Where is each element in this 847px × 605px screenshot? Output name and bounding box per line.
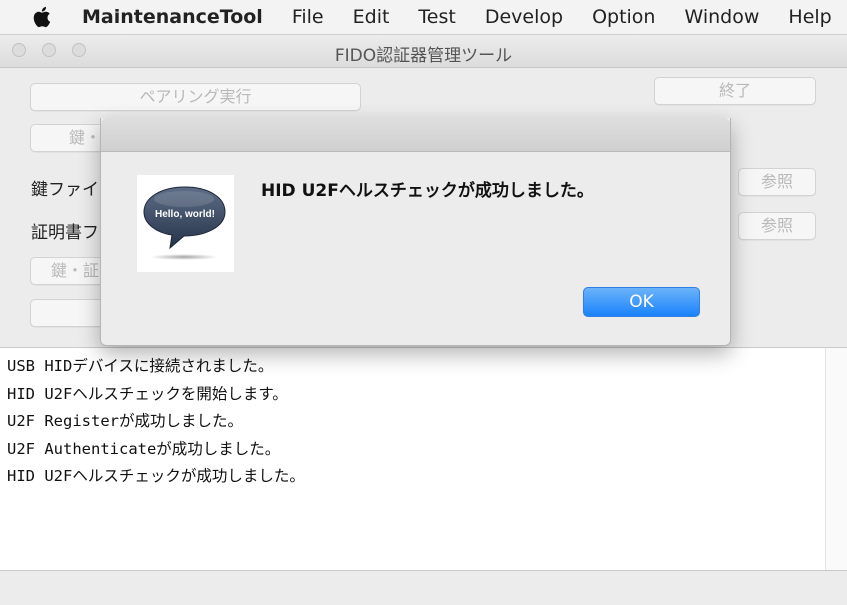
- title-bar: FIDO認証器管理ツール: [0, 35, 847, 68]
- log-line: U2F Authenticateが成功しました。: [7, 439, 281, 458]
- menu-develop[interactable]: Develop: [485, 6, 563, 28]
- browse-cert-button[interactable]: 参照: [738, 212, 816, 240]
- menu-edit[interactable]: Edit: [353, 6, 390, 28]
- sheet-header: [101, 118, 730, 152]
- icon-text: Hello, world!: [155, 209, 215, 220]
- menu-help[interactable]: Help: [788, 6, 831, 28]
- menu-app-name[interactable]: MaintenanceTool: [82, 6, 263, 28]
- menu-bar: MaintenanceTool File Edit Test Develop O…: [0, 0, 847, 35]
- ok-button[interactable]: OK: [583, 287, 700, 317]
- menu-file[interactable]: File: [292, 6, 324, 28]
- pairing-button[interactable]: ペアリング実行: [30, 83, 361, 111]
- alert-sheet: Hello, world! HID U2Fヘルスチェックが成功しました。 OK: [100, 118, 731, 346]
- quit-button[interactable]: 終了: [654, 77, 816, 105]
- menu-test[interactable]: Test: [418, 6, 455, 28]
- cert-file-label: 証明書フ: [31, 223, 99, 243]
- log-line: HID U2Fヘルスチェックを開始します。: [7, 384, 288, 403]
- status-bar: [0, 570, 847, 605]
- log-line: USB HIDデバイスに接続されました。: [7, 357, 274, 375]
- menu-window[interactable]: Window: [684, 6, 759, 28]
- log-line: U2F Registerが成功しました。: [7, 412, 243, 430]
- menu-option[interactable]: Option: [592, 6, 655, 28]
- browse-key-button[interactable]: 参照: [738, 168, 816, 196]
- log-text-area[interactable]: USB HIDデバイスに接続されました。 HID U2Fヘルスチェックを開始しま…: [0, 347, 825, 570]
- log-scrollbar[interactable]: [825, 347, 847, 570]
- apple-icon[interactable]: [32, 5, 54, 29]
- log-line: HID U2Fヘルスチェックが成功しました。: [7, 467, 305, 485]
- alert-message: HID U2Fヘルスチェックが成功しました。: [261, 181, 594, 201]
- speech-bubble-icon: Hello, world!: [137, 175, 234, 272]
- window-title: FIDO認証器管理ツール: [334, 46, 513, 66]
- key-file-label: 鍵ファイ: [31, 180, 99, 200]
